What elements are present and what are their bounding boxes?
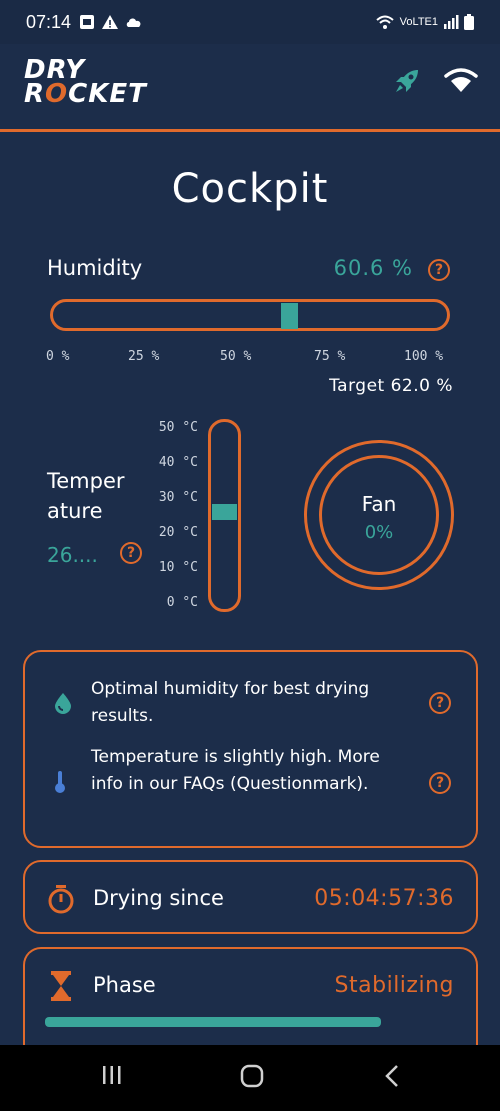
temperature-help-icon[interactable]: ? (120, 542, 142, 564)
humidity-tick: 0 % (46, 349, 70, 364)
network-label: VoLTE1 (399, 16, 438, 28)
app-header: DRY ROCKET (0, 44, 500, 132)
drying-value: 05:04:57:36 (314, 886, 454, 911)
status-left-icons (79, 14, 143, 30)
rocket-icon[interactable] (392, 66, 422, 96)
humidity-tick: 100 % (404, 349, 444, 364)
humidity-tick: 50 % (220, 349, 252, 364)
recent-apps-icon[interactable] (100, 1063, 124, 1087)
temperature-tick: 50 °C (158, 420, 198, 435)
page-title: Cockpit (171, 166, 329, 212)
temperature-tick: 20 °C (158, 525, 198, 540)
drying-card: Drying since 05:04:57:36 (23, 860, 478, 934)
status-bar: 07:14 VoLTE1 (0, 0, 500, 44)
temperature-label: Temper ature (47, 469, 125, 523)
info-temperature-help-icon[interactable]: ? (429, 772, 451, 794)
droplet-icon (55, 693, 71, 714)
temperature-tick: 10 °C (158, 560, 198, 575)
phase-card: Phase Stabilizing (23, 947, 478, 1047)
humidity-tick: 75 % (314, 349, 346, 364)
phase-value: Stabilizing (334, 973, 454, 998)
drying-label: Drying since (93, 886, 224, 910)
home-icon[interactable] (239, 1063, 265, 1089)
humidity-help-icon[interactable]: ? (428, 259, 450, 281)
fan-gauge: Fan 0% (319, 455, 439, 575)
warning-icon (102, 15, 119, 29)
fan-label: Fan (361, 492, 397, 516)
gallery-notification-icon (80, 15, 95, 29)
info-text-temperature: Temperature is slightly high. More info … (91, 747, 380, 794)
system-nav-bar (0, 1045, 500, 1111)
humidity-bar (50, 299, 450, 331)
info-card: Optimal humidity for best drying results… (23, 650, 478, 848)
temperature-tick: 40 °C (158, 455, 198, 470)
status-right-icons: VoLTE1 (375, 14, 474, 30)
info-humidity-help-icon[interactable]: ? (429, 692, 451, 714)
logo-line-2: ROCKET (24, 79, 147, 109)
temperature-tick: 30 °C (158, 490, 198, 505)
temperature-value: 26.... (47, 543, 98, 567)
humidity-target: Target 62.0 % (329, 376, 453, 396)
humidity-label: Humidity (47, 256, 143, 280)
header-icons (392, 66, 478, 96)
phase-label: Phase (93, 973, 156, 997)
wifi-icon[interactable] (444, 68, 478, 94)
battery-icon (464, 14, 474, 30)
humidity-marker (281, 303, 299, 329)
temperature-marker (212, 504, 237, 521)
humidity-tick: 25 % (128, 349, 160, 364)
status-time: 07:14 (26, 11, 72, 32)
dry-rocket-logo: DRY ROCKET (24, 57, 147, 109)
info-text-humidity: Optimal humidity for best drying results… (91, 679, 370, 726)
thermometer-icon (55, 771, 65, 793)
stopwatch-icon (48, 885, 74, 914)
lte-signal-icon (444, 15, 459, 29)
humidity-value: 60.6 % (333, 256, 413, 280)
back-icon[interactable] (382, 1063, 402, 1089)
fan-value: 0% (364, 522, 394, 543)
temperature-bar (208, 419, 241, 612)
wifi-calling-icon (376, 15, 394, 29)
phase-progress-bar (45, 1017, 381, 1027)
temperature-tick: 0 °C (166, 595, 198, 610)
cloud-icon (126, 18, 141, 27)
hourglass-icon (51, 971, 71, 1001)
